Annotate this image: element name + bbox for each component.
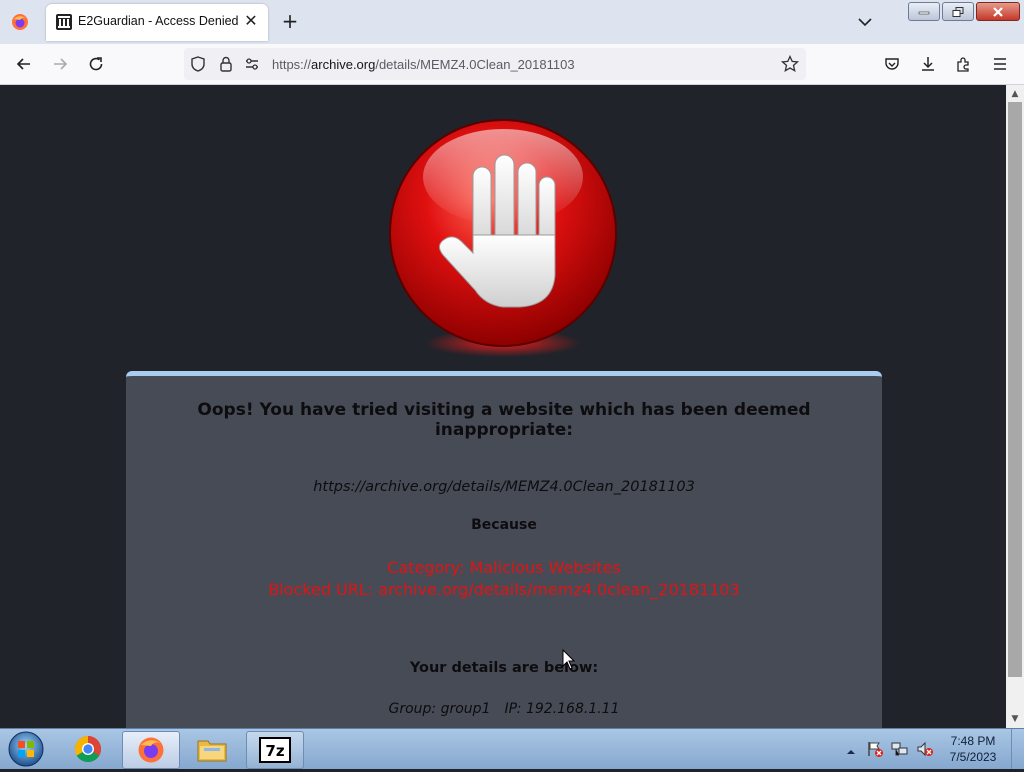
file-explorer-icon — [197, 740, 227, 762]
taskbar-firefox[interactable] — [122, 731, 180, 769]
archive-favicon-icon — [56, 14, 72, 30]
because-label: Because — [471, 517, 537, 533]
menu-hamburger-icon[interactable] — [990, 54, 1010, 74]
7zip-icon: 7z — [259, 737, 291, 763]
url-prefix: https:// — [272, 57, 312, 72]
new-tab-icon[interactable]: + — [280, 11, 300, 31]
window-controls — [908, 2, 1020, 21]
firefox-view-icon[interactable] — [10, 12, 30, 32]
tab-close-icon[interactable]: ✕ — [242, 12, 260, 30]
network-icon[interactable] — [891, 740, 909, 758]
extensions-icon[interactable] — [954, 54, 974, 74]
clock-date: 7/5/2023 — [949, 750, 997, 764]
details-heading: Your details are below: — [409, 660, 599, 676]
close-window-button[interactable] — [976, 2, 1020, 21]
show-desktop-button[interactable] — [1011, 729, 1024, 769]
url-bar[interactable]: https://archive.org/details/MEMZ4.0Clean… — [184, 48, 806, 80]
list-all-tabs-icon[interactable] — [855, 12, 875, 32]
start-button[interactable] — [4, 730, 48, 768]
clock-time: 7:48 PM — [950, 734, 996, 748]
blocked-url: https://archive.org/details/MEMZ4.0Clean… — [313, 479, 695, 495]
lock-icon[interactable] — [216, 54, 236, 74]
tracking-protection-shield-icon[interactable] — [188, 54, 208, 74]
action-center-flag-icon[interactable] — [866, 740, 884, 758]
tab-title: E2Guardian - Access Denied — [78, 14, 239, 28]
downloads-icon[interactable] — [918, 54, 938, 74]
url-path: /details/MEMZ4.0Clean_20181103 — [375, 57, 575, 72]
tab-strip: E2Guardian - Access Denied ✕ + — [0, 0, 1024, 44]
scrollbar-thumb[interactable] — [1008, 102, 1022, 677]
tab-active[interactable]: E2Guardian - Access Denied ✕ — [46, 4, 268, 41]
block-message-card: Oops! You have tried visiting a website … — [126, 371, 882, 728]
back-icon[interactable] — [14, 54, 34, 74]
minimize-button[interactable] — [908, 2, 940, 21]
taskbar-file-explorer[interactable] — [184, 731, 240, 767]
mouse-cursor-icon — [562, 648, 576, 671]
scroll-up-arrow-icon[interactable]: ▲ — [1010, 89, 1020, 99]
page-scrollbar[interactable]: ▲ ▼ — [1006, 85, 1024, 728]
block-category: Category: Malicious Websites — [387, 558, 621, 577]
permissions-icon[interactable] — [242, 54, 262, 74]
navigation-toolbar: https://archive.org/details/MEMZ4.0Clean… — [0, 44, 1024, 85]
pocket-icon[interactable] — [882, 54, 902, 74]
block-headline: Oops! You have tried visiting a website … — [197, 400, 811, 440]
system-clock[interactable]: 7:48 PM 7/5/2023 — [940, 733, 1006, 765]
volume-muted-icon[interactable] — [916, 740, 934, 758]
taskbar-7zip[interactable]: 7z — [246, 731, 304, 769]
forward-icon[interactable] — [50, 54, 70, 74]
reload-icon[interactable] — [86, 54, 106, 74]
taskbar: 7z 7:48 PM 7/5/2023 — [0, 728, 1024, 769]
user-ip: IP: 192.168.1.11 — [504, 701, 620, 717]
firefox-icon — [138, 737, 164, 763]
stop-hand-icon — [385, 115, 621, 365]
restore-button[interactable] — [942, 2, 974, 21]
show-hidden-icons-arrow-icon[interactable] — [845, 743, 857, 755]
taskbar-chrome[interactable] — [60, 731, 116, 767]
svg-text:7z: 7z — [265, 742, 284, 760]
block-reason: Category: Malicious Websites Blocked URL… — [126, 557, 882, 601]
block-reason-url: Blocked URL: archive.org/details/memz4.0… — [268, 580, 740, 599]
bookmark-star-icon[interactable] — [780, 54, 800, 74]
scroll-down-arrow-icon[interactable]: ▼ — [1010, 714, 1020, 724]
page-content: Oops! You have tried visiting a website … — [0, 85, 1006, 728]
url-host: archive.org — [311, 57, 376, 72]
user-details: Group: group1 IP: 192.168.1.11 — [126, 701, 882, 717]
user-group: Group: group1 — [388, 701, 491, 717]
url-text: https://archive.org/details/MEMZ4.0Clean… — [272, 57, 575, 72]
chrome-icon — [74, 735, 102, 763]
